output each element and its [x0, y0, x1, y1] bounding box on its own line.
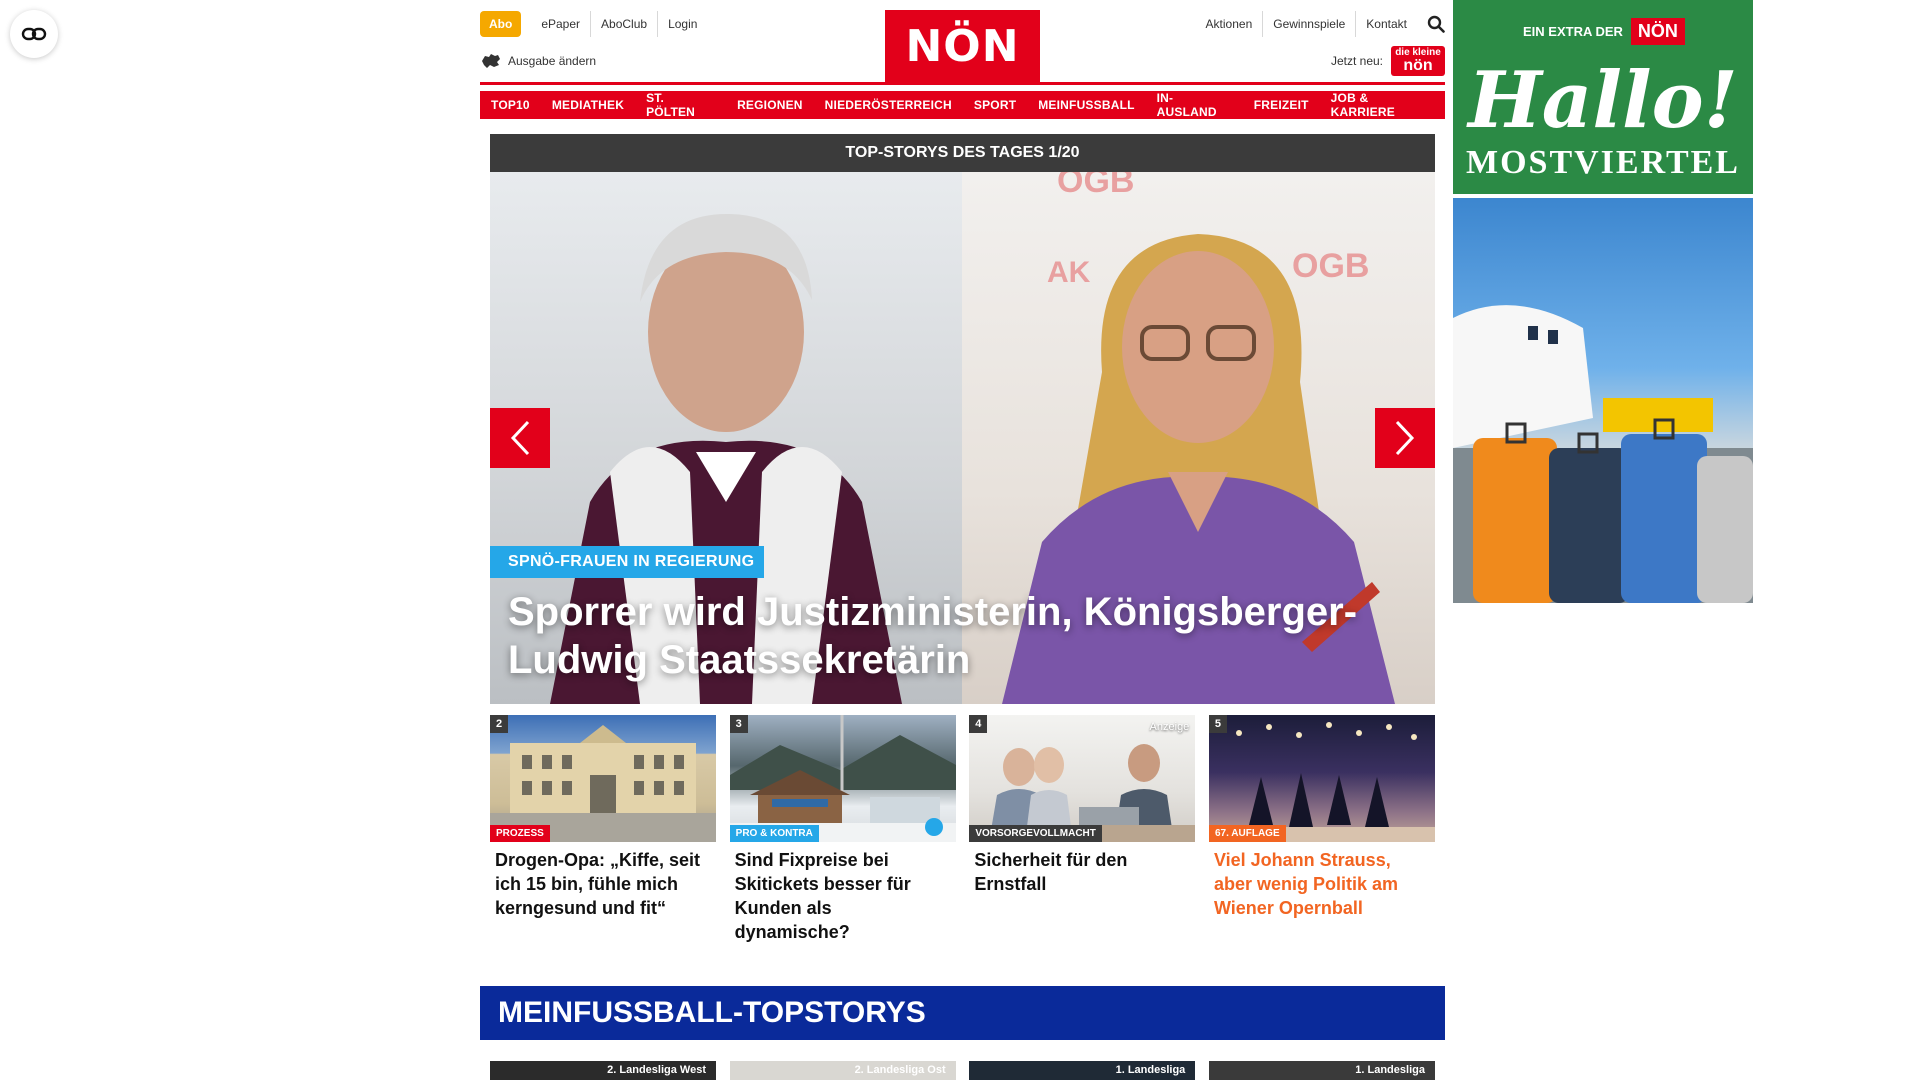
- story-card[interactable]: 2 PROZESS Drogen-Opa: „Kiffe, seit ich 1…: [490, 715, 716, 944]
- hallo-mostviertel-ad[interactable]: EIN EXTRA DER NÖN Hallo! MOSTVIERTEL: [1453, 0, 1753, 194]
- opera-ball-illustration: [1208, 722, 1435, 842]
- jetzt-neu-promo[interactable]: Jetzt neu: die kleine nön: [1331, 46, 1445, 76]
- story-image: 3 PRO & KONTRA: [729, 715, 956, 842]
- ad-label: Anzeige: [1149, 721, 1190, 733]
- kleine-noen-logo: die kleine nön: [1391, 46, 1445, 76]
- change-edition-label: Ausgabe ändern: [508, 54, 597, 68]
- right-utility-nav: Aktionen Gewinnspiele Kontakt: [1196, 10, 1445, 38]
- accessibility-toggle-button[interactable]: [10, 10, 58, 58]
- top-utility-nav: Abo ePaper AboClub Login: [480, 10, 707, 38]
- league-label: 2. Landesliga Ost: [854, 1064, 946, 1076]
- ad-hallo-heading: Hallo!: [1468, 55, 1738, 146]
- page-container: Abo ePaper AboClub Login Ausgabe ändern …: [480, 0, 1445, 1080]
- football-story-card[interactable]: 2. Landesliga West: [490, 1061, 716, 1080]
- epaper-link[interactable]: ePaper: [531, 11, 590, 37]
- aktionen-link[interactable]: Aktionen: [1196, 11, 1263, 37]
- story-card[interactable]: 4 Anzeige VORSORGEVOLLMACHT Sicherheit f…: [969, 715, 1196, 944]
- football-story-card[interactable]: 1. Landesliga: [1208, 1061, 1435, 1080]
- story-rank: 5: [1208, 715, 1227, 733]
- meinfussball-section-header[interactable]: MEINFUSSBALL-TOPSTORYS: [480, 986, 1445, 1040]
- meinfussball-stories-row: 2. Landesliga West 2. Landesliga Ost 1. …: [490, 1061, 1435, 1080]
- story-image: 2 PROZESS: [490, 715, 716, 842]
- svg-text:AK: AK: [1047, 256, 1091, 289]
- top-stories-row: 2 PROZESS Drogen-Opa: „Kiffe, seit ich 1…: [490, 715, 1435, 944]
- story-rank: 3: [729, 715, 748, 733]
- svg-text:OGB: OGB: [1292, 247, 1369, 285]
- travel-ad-image[interactable]: [1453, 198, 1753, 603]
- carousel-next-button[interactable]: [1375, 408, 1435, 468]
- building-illustration: [490, 725, 716, 842]
- noen-logo[interactable]: NÖN: [885, 10, 1040, 82]
- map-region-icon: [482, 54, 500, 68]
- nav-regionen[interactable]: REGIONEN: [726, 91, 814, 119]
- story-image: 5 67. AUFLAGE: [1208, 715, 1435, 842]
- story-card[interactable]: 3 PRO & KONTRA Sind Fixpreise bei Skitic…: [729, 715, 956, 944]
- league-label: 1. Landesliga: [1115, 1064, 1186, 1076]
- change-edition-link[interactable]: Ausgabe ändern: [480, 52, 596, 70]
- chevron-right-icon: [1395, 420, 1415, 456]
- gewinnspiele-link[interactable]: Gewinnspiele: [1262, 11, 1355, 37]
- league-label: 2. Landesliga West: [607, 1064, 706, 1076]
- story-tag: 67. AUFLAGE: [1208, 825, 1286, 842]
- nav-job-karriere[interactable]: JOB & KARRIERE: [1319, 91, 1445, 119]
- football-story-card[interactable]: 1. Landesliga: [969, 1061, 1196, 1080]
- link-icon: [21, 27, 47, 41]
- story-tag: VORSORGEVOLLMACHT: [969, 825, 1102, 842]
- search-icon: [1427, 15, 1445, 33]
- story-rank: 4: [969, 715, 988, 733]
- nav-mediathek[interactable]: MEDIATHEK: [540, 91, 636, 119]
- nav-niederoesterreich[interactable]: NIEDERÖSTERREICH: [813, 91, 963, 119]
- top-story-carousel: TOP-STORYS DES TAGES 1/20 OGB OGB AK SPN…: [490, 134, 1435, 704]
- ad-extra-line: EIN EXTRA DER NÖN: [1523, 18, 1685, 45]
- story-title[interactable]: Sicherheit für den Ernstfall: [969, 848, 1195, 896]
- story-title[interactable]: Drogen-Opa: „Kiffe, seit ich 15 bin, füh…: [490, 848, 716, 920]
- football-story-card[interactable]: 2. Landesliga Ost: [729, 1061, 956, 1080]
- story-rank: 2: [490, 715, 508, 733]
- story-title[interactable]: Viel Johann Strauss, aber wenig Politik …: [1209, 848, 1435, 920]
- story-tag: PRO & KONTRA: [729, 825, 819, 842]
- story-image: 4 Anzeige VORSORGEVOLLMACHT: [969, 715, 1196, 842]
- nav-sport[interactable]: SPORT: [962, 91, 1028, 119]
- story-card[interactable]: 5 67. AUFLAGE Viel Johann Strauss, aber …: [1208, 715, 1435, 944]
- consultation-illustration: [969, 744, 1196, 842]
- ski-lodge-illustration: [729, 715, 956, 842]
- chevron-left-icon: [510, 420, 530, 456]
- hero-kicker: SPNÖ-FRAUEN IN REGIERUNG: [490, 546, 765, 578]
- story-title[interactable]: Sind Fixpreise bei Skitickets besser für…: [730, 848, 956, 944]
- airport-luggage-illustration: [1453, 305, 1753, 603]
- aboclub-link[interactable]: AboClub: [590, 11, 657, 37]
- story-tag: PROZESS: [490, 825, 550, 842]
- league-label: 1. Landesliga: [1355, 1064, 1425, 1076]
- hero-headline[interactable]: Sporrer wird Justizministerin, Königsber…: [508, 588, 1408, 684]
- nav-freizeit[interactable]: FREIZEIT: [1242, 91, 1320, 119]
- ad-extra-text: EIN EXTRA DER: [1523, 24, 1623, 39]
- hero-story-link[interactable]: OGB OGB AK SPNÖ-FRAUEN IN REGIERUNG Spor…: [490, 172, 1435, 704]
- header-divider: [480, 82, 1445, 85]
- ad-region-heading: MOSTVIERTEL: [1466, 144, 1740, 181]
- svg-text:OGB: OGB: [1057, 172, 1134, 200]
- category-nav: TOP10 MEDIATHEK ST. PÖLTEN REGIONEN NIED…: [480, 91, 1445, 119]
- nav-in-ausland[interactable]: IN-AUSLAND: [1145, 91, 1243, 119]
- ad-noen-badge: NÖN: [1630, 18, 1685, 45]
- carousel-prev-button[interactable]: [490, 408, 550, 468]
- abo-button[interactable]: Abo: [480, 11, 522, 37]
- kontakt-link[interactable]: Kontakt: [1355, 11, 1417, 37]
- jetzt-neu-label: Jetzt neu:: [1330, 54, 1383, 68]
- nav-top10[interactable]: TOP10: [480, 91, 541, 119]
- kleine-noen-logo-bottom: nön: [1403, 57, 1433, 74]
- nav-st-poelten[interactable]: ST. PÖLTEN: [635, 91, 727, 119]
- nav-meinfussball[interactable]: MEINFUSSBALL: [1027, 91, 1146, 119]
- carousel-title: TOP-STORYS DES TAGES 1/20: [490, 134, 1435, 172]
- login-link[interactable]: Login: [657, 11, 707, 37]
- search-button[interactable]: [1417, 15, 1445, 33]
